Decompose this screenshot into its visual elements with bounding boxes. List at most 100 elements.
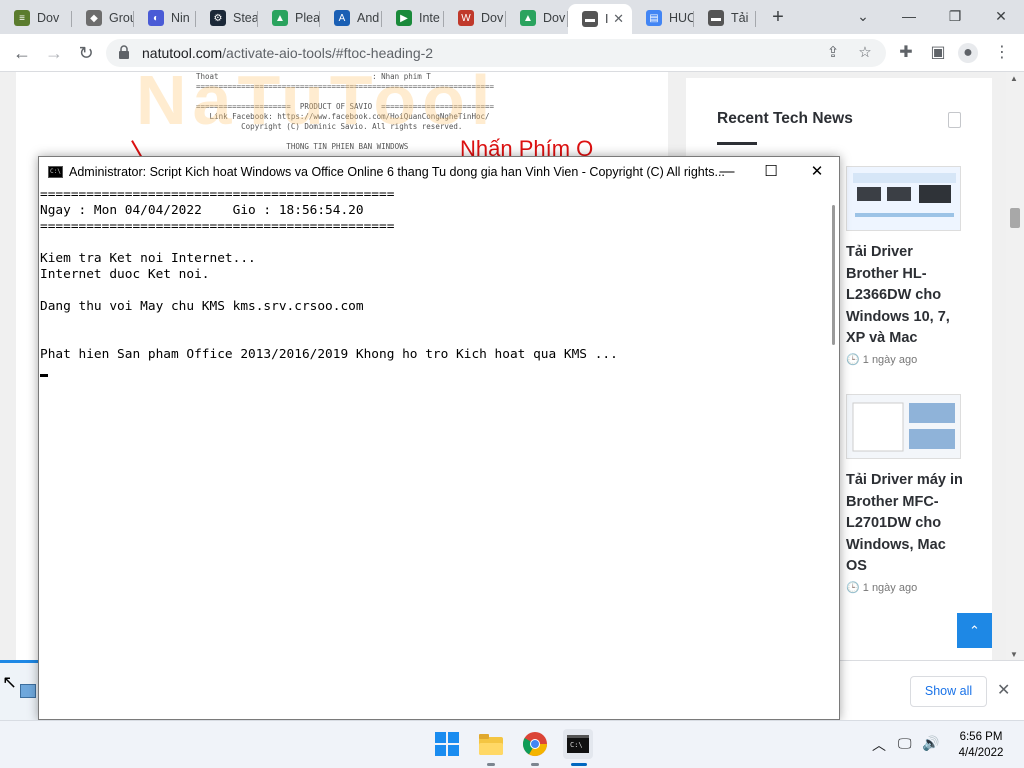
tab-label: Nin (171, 11, 190, 25)
tab-label: Inte (419, 11, 440, 25)
console-output[interactable]: ========================================… (39, 187, 829, 719)
roblox-icon: ◆ (86, 10, 102, 26)
close-icon[interactable]: ✕ (997, 680, 1010, 700)
tab-close-icon[interactable]: ✕ (613, 11, 624, 27)
minimize-button[interactable]: — (705, 160, 749, 184)
browser-tab[interactable]: W Dov (444, 4, 506, 32)
network-icon[interactable]: 🖵 (898, 735, 912, 752)
document-icon (948, 112, 961, 128)
active-app-indicator (571, 763, 587, 766)
console-line: Dang thu voi May chu KMS kms.srv.crsoo.c… (40, 299, 364, 314)
circle-a-icon: A (334, 10, 350, 26)
console-line: ========================================… (40, 187, 395, 202)
browser-tab[interactable]: ⚙ Stea (196, 4, 258, 32)
volume-icon[interactable]: 🔊 (922, 735, 939, 752)
tab-separator (755, 11, 756, 27)
maximize-button[interactable]: ☐ (749, 160, 793, 184)
android-icon: ▲ (272, 10, 288, 26)
browser-toolbar: ← → ↻ natutool.com/activate-aio-tools/#f… (0, 34, 1024, 72)
close-button[interactable]: ✕ (795, 160, 839, 184)
close-button[interactable]: ✕ (986, 4, 1016, 28)
new-tab-button[interactable]: + (767, 6, 789, 29)
side-panel-icon[interactable]: ▣ (928, 43, 948, 63)
windows-start-icon[interactable] (432, 729, 462, 759)
back-to-top-button[interactable]: ⌃ (957, 613, 992, 648)
console-scrollbar[interactable] (829, 187, 839, 719)
system-clock[interactable]: 6:56 PM 4/4/2022 (946, 729, 1016, 761)
tab-label: Tải (731, 11, 749, 25)
stack-icon: ≡ (14, 10, 30, 26)
profile-avatar-icon[interactable]: ● (958, 43, 978, 63)
news-thumbnail[interactable] (846, 166, 961, 231)
back-arrow-icon[interactable]: ← (10, 41, 34, 65)
console-line: Internet duoc Ket noi. (40, 267, 210, 282)
scroll-thumb[interactable] (1010, 208, 1020, 228)
restore-button[interactable]: ❐ (940, 4, 970, 28)
browser-tab[interactable]: ▤ HUC (632, 4, 694, 32)
menu-dots-icon[interactable]: ⋮ (992, 43, 1012, 63)
tab-search-button[interactable]: ⌄ (848, 4, 878, 28)
clock-time: 6:56 PM (959, 731, 1003, 743)
news-date: 🕒 1 ngày ago (846, 354, 918, 366)
browser-tab[interactable]: A And (320, 4, 382, 32)
news-title-link[interactable]: Tải Driver Brother HL-L2366DW cho Window… (846, 242, 966, 350)
tab-label: Plea (295, 11, 320, 25)
cmd-icon: C:\ (48, 166, 63, 178)
console-window[interactable]: C:\ Administrator: Script Kich hoat Wind… (38, 156, 840, 720)
browser-tab[interactable]: ▶ Inte (382, 4, 444, 32)
console-caret-line (40, 363, 829, 379)
console-titlebar[interactable]: C:\ Administrator: Script Kich hoat Wind… (39, 157, 839, 187)
reload-icon[interactable]: ↻ (74, 41, 98, 65)
star-icon[interactable]: ☆ (856, 44, 874, 62)
news-title-link[interactable]: Tải Driver máy in Brother MFC-L2701DW ch… (846, 470, 966, 578)
tab-label: And (357, 11, 380, 25)
console-line: Phat hien San pham Office 2013/2016/2019… (40, 347, 618, 362)
app-indicator (487, 763, 495, 766)
text-cursor (40, 374, 48, 377)
chevron-up-icon[interactable]: ︿ (872, 735, 886, 755)
ninja-icon: ◐ (148, 10, 164, 26)
console-line: Ngay : Mon 04/04/2022 Gio : 18:56:54.20 (40, 203, 364, 218)
terminal-icon[interactable]: C:\ (563, 729, 593, 759)
browser-tab[interactable]: ▬ I ✕ (568, 4, 632, 34)
forward-arrow-icon[interactable]: → (42, 41, 66, 65)
scroll-up-arrow-icon[interactable]: ▲ (1010, 74, 1018, 83)
show-all-button[interactable]: Show all (910, 676, 987, 707)
site-icon: ▬ (708, 10, 724, 26)
news-thumbnail[interactable] (846, 394, 961, 459)
console-line: ========================================… (40, 219, 395, 234)
console-scroll-thumb[interactable] (832, 205, 835, 345)
tab-label: Dov (543, 11, 566, 25)
clock-date: 4/4/2022 (958, 747, 1004, 759)
browser-tab[interactable]: ≡ Dov (0, 4, 72, 32)
w-icon: W (458, 10, 474, 26)
tab-label: Dov (37, 11, 60, 25)
page-scrollbar[interactable]: ▲ ▼ (1006, 72, 1024, 664)
mouse-cursor-icon: ↖ (2, 672, 18, 692)
file-explorer-icon[interactable] (476, 729, 506, 759)
site-icon: ▬ (582, 11, 598, 27)
news-date: 🕒 1 ngày ago (846, 582, 918, 594)
browser-tab[interactable]: ◆ Grou (72, 4, 134, 32)
browser-tab[interactable]: ◐ Nin (134, 4, 196, 32)
address-bar[interactable]: natutool.com/activate-aio-tools/#ftoc-he… (106, 39, 886, 67)
console-line: Kiem tra Ket noi Internet... (40, 251, 256, 266)
image-file-icon[interactable] (20, 684, 36, 698)
puzzle-icon[interactable]: ✚ (896, 43, 916, 63)
console-title: Administrator: Script Kich hoat Windows … (69, 165, 725, 179)
share-icon[interactable]: ⇪ (824, 44, 842, 62)
minimize-button[interactable]: — (894, 4, 924, 28)
browser-tab[interactable]: ▲ Dov (506, 4, 568, 32)
tab-label: Stea (233, 11, 258, 25)
taskbar: C:\ ︿ 🖵 🔊 6:56 PM 4/4/2022 (0, 720, 1024, 768)
tab-strip: ≡ Dov ◆ Grou ◐ Nin ⚙ Stea ▲ Plea A And ▶ Inte W Dov ▲ Dov… (0, 0, 1024, 34)
browser-tab[interactable]: ▬ Tải (694, 4, 756, 32)
scroll-down-arrow-icon[interactable]: ▼ (1010, 650, 1018, 659)
browser-tab[interactable]: ▲ Plea (258, 4, 320, 32)
tab-label: Grou (109, 11, 134, 25)
lock-icon (119, 45, 129, 59)
chrome-icon[interactable] (520, 729, 550, 759)
